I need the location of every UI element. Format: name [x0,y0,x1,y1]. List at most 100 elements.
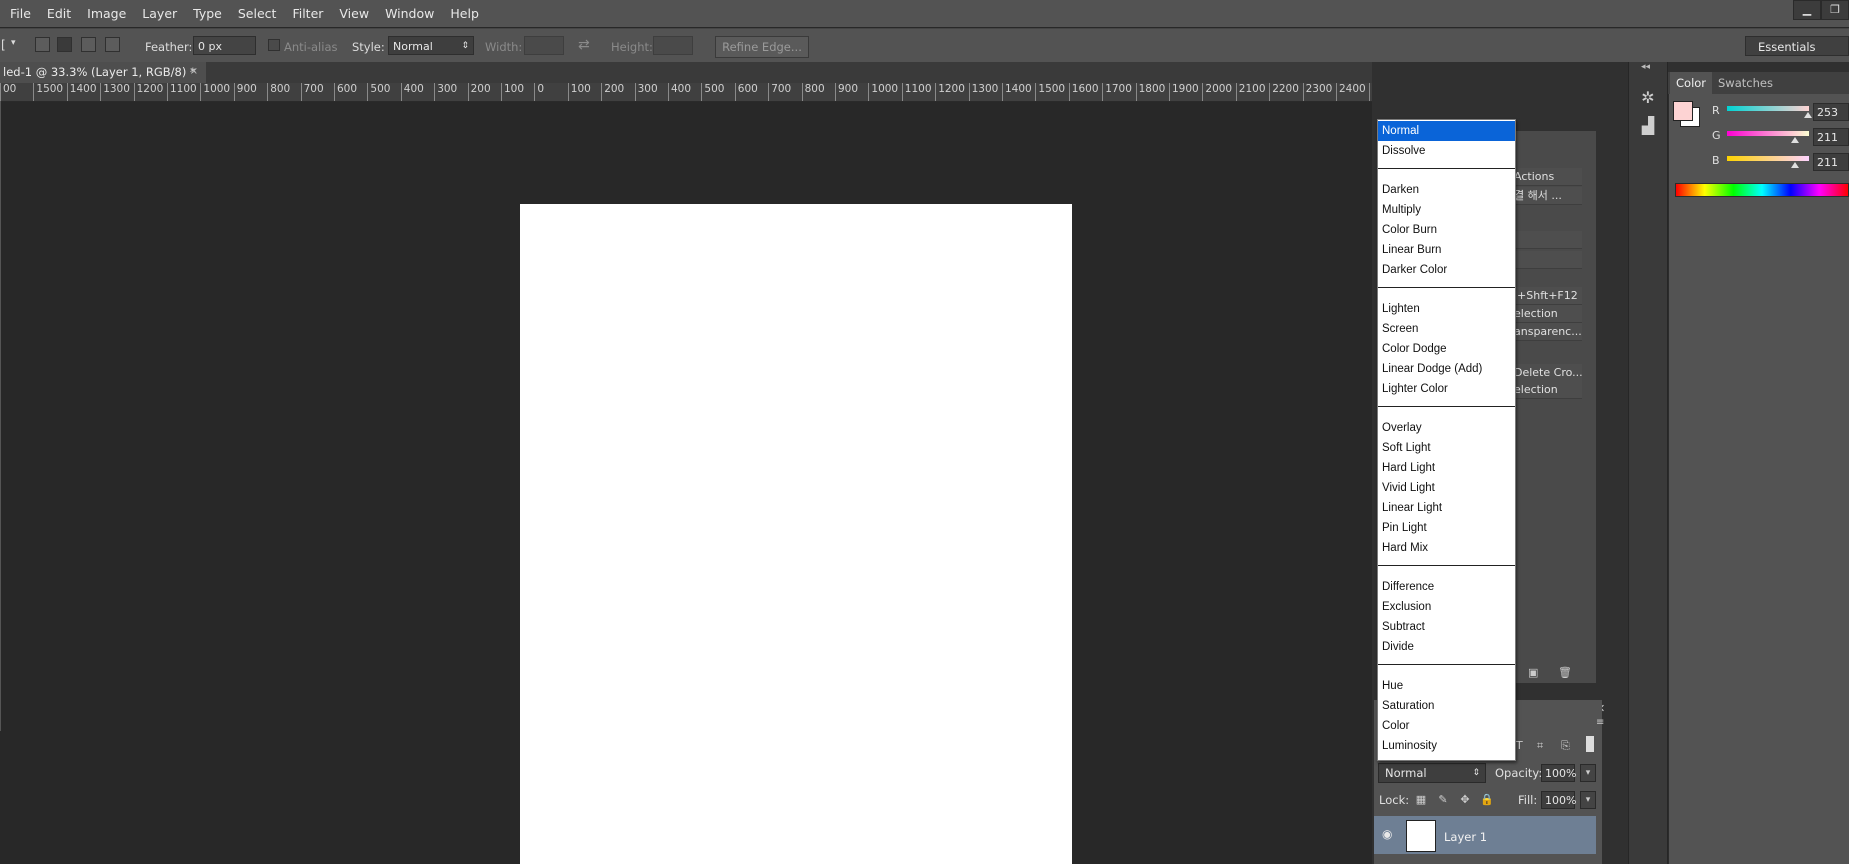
tab-swatches[interactable]: Swatches [1712,72,1779,94]
style-select[interactable]: Normal ⇕ [388,36,474,55]
blend-mode-option-multiply[interactable]: Multiply [1378,200,1515,220]
blend-mode-option-hue[interactable]: Hue [1378,676,1515,696]
blend-mode-option-screen[interactable]: Screen [1378,319,1515,339]
menu-view[interactable]: View [331,6,377,21]
menu-type[interactable]: Type [185,6,230,21]
blend-mode-option-normal[interactable]: Normal [1378,121,1515,141]
blend-mode-option-linear-light[interactable]: Linear Light [1378,498,1515,518]
select-arrows-icon: ⇕ [461,41,469,51]
lock-all-icon[interactable]: 🔒 [1480,793,1494,807]
blend-mode-option-darker-color[interactable]: Darker Color [1378,260,1515,280]
anti-alias-checkbox[interactable] [268,39,280,51]
lock-image-pixels-icon[interactable]: ✎ [1436,793,1450,807]
menu-help[interactable]: Help [442,6,487,21]
blend-mode-option-linear-burn[interactable]: Linear Burn [1378,240,1515,260]
menu-file[interactable]: File [0,6,39,21]
refine-edge-button[interactable]: Refine Edge... [715,36,809,58]
green-slider-thumb[interactable] [1791,137,1800,143]
panel-menu-icon[interactable]: ≡ [1596,717,1604,728]
blend-mode-option-subtract[interactable]: Subtract [1378,617,1515,637]
shape-filter-icon[interactable]: ⌗ [1537,739,1543,753]
opacity-input[interactable]: 100% [1541,764,1576,782]
blend-mode-option-lighter-color[interactable]: Lighter Color [1378,379,1515,399]
color-spectrum-bar[interactable] [1675,183,1849,197]
document-canvas[interactable] [520,204,1072,864]
foreground-color-swatch[interactable] [1673,101,1693,121]
ruler-tick-mark [634,83,636,101]
red-value[interactable]: 253 [1813,103,1849,121]
collapse-icon[interactable]: ◂◂ [1641,62,1650,72]
blend-mode-option-difference[interactable]: Difference [1378,577,1515,597]
menu-layer[interactable]: Layer [134,6,185,21]
fill-input[interactable]: 100% [1541,791,1576,809]
menu-separator [1378,287,1515,288]
blend-mode-option-dissolve[interactable]: Dissolve [1378,141,1515,161]
subtract-from-selection-icon[interactable] [81,37,96,52]
height-input[interactable] [653,36,693,55]
visibility-eye-icon[interactable]: ◉ [1382,827,1392,841]
blend-mode-option-color-dodge[interactable]: Color Dodge [1378,339,1515,359]
close-icon[interactable]: × [190,62,198,82]
ruler-tick-mark [835,83,836,101]
blue-value[interactable]: 211 [1813,153,1849,171]
trash-icon[interactable]: 🗑 [1558,666,1572,679]
green-value[interactable]: 211 [1813,128,1849,146]
menu-window[interactable]: Window [377,6,442,21]
select-arrows-icon: ⇕ [1472,768,1480,778]
feather-input[interactable]: 0 px [193,36,256,55]
intersect-selection-icon[interactable] [105,37,120,52]
blend-mode-option-exclusion[interactable]: Exclusion [1378,597,1515,617]
green-slider[interactable] [1727,131,1809,136]
blend-mode-option-hard-mix[interactable]: Hard Mix [1378,538,1515,558]
blend-mode-option-color[interactable]: Color [1378,716,1515,736]
lock-transparent-pixels-icon[interactable]: ▦ [1414,793,1428,807]
blend-mode-option-overlay[interactable]: Overlay [1378,418,1515,438]
blend-mode-option-saturation[interactable]: Saturation [1378,696,1515,716]
blend-mode-option-linear-dodge-add[interactable]: Linear Dodge (Add) [1378,359,1515,379]
document-tab[interactable]: led-1 @ 33.3% (Layer 1, RGB/8) * × [0,62,206,83]
blend-mode-option-vivid-light[interactable]: Vivid Light [1378,478,1515,498]
restore-button[interactable]: ❐ [1821,0,1849,20]
menu-select[interactable]: Select [230,6,285,21]
adjustments-icon[interactable]: ✲ [1635,86,1661,110]
blend-mode-option-hard-light[interactable]: Hard Light [1378,458,1515,478]
smart-object-filter-icon[interactable]: ⎘ [1561,739,1570,753]
blend-mode-option-divide[interactable]: Divide [1378,637,1515,657]
height-label: Height: [611,40,653,54]
layer-name[interactable]: Layer 1 [1444,830,1487,844]
ruler-tick-mark [1369,83,1371,101]
add-to-selection-icon[interactable] [57,37,72,52]
menu-edit[interactable]: Edit [39,6,79,21]
tab-color[interactable]: Color [1670,72,1713,94]
red-slider-thumb[interactable] [1804,112,1813,118]
tool-preset-chevron-icon[interactable]: ▾ [11,38,16,48]
minimize-button[interactable]: ▁ [1793,0,1821,20]
blend-mode-option-pin-light[interactable]: Pin Light [1378,518,1515,538]
opacity-dropdown-button[interactable]: ▾ [1580,764,1596,782]
menu-filter[interactable]: Filter [284,6,331,21]
filter-toggle-icon[interactable] [1586,736,1594,752]
new-action-icon[interactable]: ▣ [1528,666,1538,679]
tool-preset-picker[interactable]: [ [1,38,6,52]
type-filter-icon[interactable]: T [1516,739,1523,752]
workspace-switcher[interactable]: Essentials [1745,36,1849,56]
blend-mode-option-soft-light[interactable]: Soft Light [1378,438,1515,458]
blue-slider[interactable] [1727,156,1809,161]
blue-slider-thumb[interactable] [1791,162,1800,168]
blend-mode-option-color-burn[interactable]: Color Burn [1378,220,1515,240]
swap-icon[interactable]: ⇄ [578,37,590,53]
fill-dropdown-button[interactable]: ▾ [1580,791,1596,809]
blend-mode-option-luminosity[interactable]: Luminosity [1378,736,1515,756]
blend-mode-option-darken[interactable]: Darken [1378,180,1515,200]
new-selection-icon[interactable] [35,37,50,52]
blend-mode-option-lighten[interactable]: Lighten [1378,299,1515,319]
red-slider[interactable] [1727,106,1809,111]
blend-mode-select[interactable]: Normal ⇕ [1378,763,1486,783]
ruler-tick-label: 1000 [203,83,231,95]
width-input[interactable] [524,36,564,55]
blend-mode-menu: Normal Dissolve Darken Multiply Color Burn Li… [1377,119,1516,761]
ruler-tick-label: 2200 [1272,83,1299,95]
lock-position-icon[interactable]: ✥ [1458,793,1472,807]
histogram-icon[interactable]: ▟ [1635,114,1661,138]
menu-image[interactable]: Image [79,6,134,21]
